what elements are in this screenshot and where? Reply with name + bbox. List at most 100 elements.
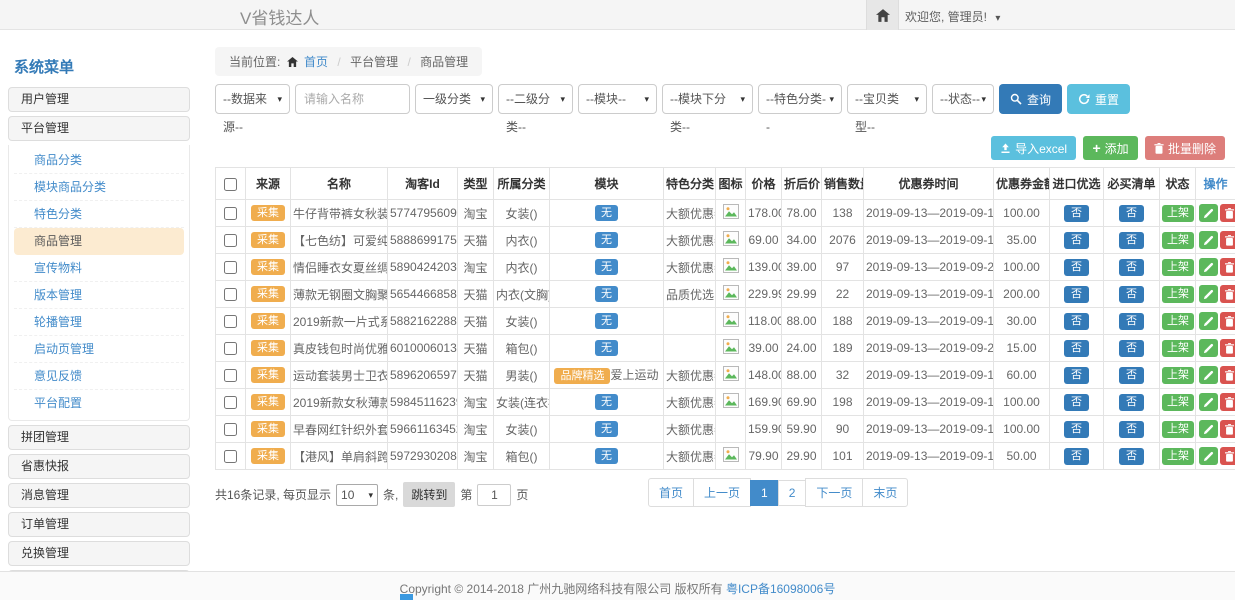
row-checkbox[interactable]	[224, 261, 237, 274]
breadcrumb-home-link[interactable]: 首页	[304, 55, 328, 69]
must-buy-toggle[interactable]: 否	[1119, 394, 1144, 411]
sidebar-subitem[interactable]: 版本管理	[14, 282, 184, 309]
page-button[interactable]: 首页	[648, 478, 694, 507]
batch-delete-button[interactable]: 批量删除	[1145, 136, 1225, 160]
home-button[interactable]	[866, 0, 899, 30]
filter-select[interactable]: --模块下分类--▾	[662, 84, 753, 114]
import-select-toggle[interactable]: 否	[1064, 232, 1089, 249]
import-select-toggle[interactable]: 否	[1064, 340, 1089, 357]
jump-button[interactable]: 跳转到	[403, 482, 455, 507]
must-buy-toggle[interactable]: 否	[1119, 286, 1144, 303]
status-toggle[interactable]: 上架	[1162, 232, 1194, 249]
edit-button[interactable]	[1199, 339, 1218, 357]
edit-button[interactable]	[1199, 285, 1218, 303]
add-button[interactable]: + 添加	[1083, 136, 1137, 160]
status-toggle[interactable]: 上架	[1162, 394, 1194, 411]
row-checkbox[interactable]	[224, 207, 237, 220]
must-buy-toggle[interactable]: 否	[1119, 367, 1144, 384]
sidebar-group[interactable]: 平台管理	[8, 116, 190, 141]
import-select-toggle[interactable]: 否	[1064, 367, 1089, 384]
delete-button[interactable]	[1220, 366, 1235, 384]
sidebar-subitem[interactable]: 商品分类	[14, 147, 184, 174]
sidebar-subitem[interactable]: 特色分类	[14, 201, 184, 228]
delete-button[interactable]	[1220, 339, 1235, 357]
import-select-toggle[interactable]: 否	[1064, 313, 1089, 330]
status-toggle[interactable]: 上架	[1162, 286, 1194, 303]
sidebar-group[interactable]: 用户管理	[8, 87, 190, 112]
must-buy-toggle[interactable]: 否	[1119, 421, 1144, 438]
must-buy-toggle[interactable]: 否	[1119, 340, 1144, 357]
sidebar-group[interactable]: 订单管理	[8, 512, 190, 537]
sidebar-group[interactable]: 消息管理	[8, 483, 190, 508]
must-buy-toggle[interactable]: 否	[1119, 259, 1144, 276]
per-page-select[interactable]: 10▾	[336, 484, 378, 506]
sidebar-group[interactable]: 兑换管理	[8, 541, 190, 566]
edit-button[interactable]	[1199, 420, 1218, 438]
delete-button[interactable]	[1220, 285, 1235, 303]
row-checkbox[interactable]	[224, 288, 237, 301]
sidebar-subitem[interactable]: 意见反馈	[14, 363, 184, 390]
delete-button[interactable]	[1220, 258, 1235, 276]
sidebar-group[interactable]: 拼团管理	[8, 425, 190, 450]
status-toggle[interactable]: 上架	[1162, 340, 1194, 357]
delete-button[interactable]	[1220, 231, 1235, 249]
row-checkbox[interactable]	[224, 315, 237, 328]
filter-source-select[interactable]: --数据来源--▾	[215, 84, 290, 114]
filter-select[interactable]: 一级分类▾	[415, 84, 493, 114]
edit-button[interactable]	[1199, 231, 1218, 249]
status-toggle[interactable]: 上架	[1162, 313, 1194, 330]
status-toggle[interactable]: 上架	[1162, 448, 1194, 465]
reset-button[interactable]: 重置	[1067, 84, 1130, 114]
user-menu[interactable]: 欢迎您, 管理员! ▾	[905, 8, 1000, 25]
row-checkbox[interactable]	[224, 423, 237, 436]
edit-button[interactable]	[1199, 447, 1218, 465]
delete-button[interactable]	[1220, 204, 1235, 222]
delete-button[interactable]	[1220, 393, 1235, 411]
filter-select[interactable]: --模块--▾	[578, 84, 657, 114]
status-toggle[interactable]: 上架	[1162, 367, 1194, 384]
page-number-input[interactable]	[477, 484, 511, 506]
import-select-toggle[interactable]: 否	[1064, 286, 1089, 303]
page-button[interactable]: 1	[750, 480, 779, 506]
row-checkbox[interactable]	[224, 342, 237, 355]
edit-button[interactable]	[1199, 204, 1218, 222]
edit-button[interactable]	[1199, 393, 1218, 411]
sidebar-subitem[interactable]: 启动页管理	[14, 336, 184, 363]
row-checkbox[interactable]	[224, 234, 237, 247]
page-button[interactable]: 下一页	[805, 478, 863, 507]
page-button[interactable]: 上一页	[693, 478, 751, 507]
sidebar-subitem[interactable]: 宣传物料	[14, 255, 184, 282]
page-button[interactable]: 2	[778, 480, 807, 506]
row-checkbox[interactable]	[224, 396, 237, 409]
sidebar-subitem[interactable]: 商品管理	[14, 228, 184, 255]
sidebar-subitem[interactable]: 模块商品分类	[14, 174, 184, 201]
edit-button[interactable]	[1199, 366, 1218, 384]
import-select-toggle[interactable]: 否	[1064, 421, 1089, 438]
status-toggle[interactable]: 上架	[1162, 259, 1194, 276]
must-buy-toggle[interactable]: 否	[1119, 232, 1144, 249]
sidebar-subitem[interactable]: 平台配置	[14, 390, 184, 416]
row-checkbox[interactable]	[224, 369, 237, 382]
sidebar-subitem[interactable]: 轮播管理	[14, 309, 184, 336]
delete-button[interactable]	[1220, 447, 1235, 465]
edit-button[interactable]	[1199, 312, 1218, 330]
import-select-toggle[interactable]: 否	[1064, 205, 1089, 222]
must-buy-toggle[interactable]: 否	[1119, 448, 1144, 465]
import-select-toggle[interactable]: 否	[1064, 448, 1089, 465]
import-excel-button[interactable]: 导入excel	[991, 136, 1076, 160]
sidebar-group[interactable]: 省惠快报	[8, 454, 190, 479]
import-select-toggle[interactable]: 否	[1064, 394, 1089, 411]
page-button[interactable]: 末页	[862, 478, 908, 507]
name-search-input[interactable]	[295, 84, 410, 114]
status-toggle[interactable]: 上架	[1162, 205, 1194, 222]
search-button[interactable]: 查询	[999, 84, 1062, 114]
edit-button[interactable]	[1199, 258, 1218, 276]
filter-select[interactable]: --状态--▾	[932, 84, 994, 114]
select-all-checkbox[interactable]	[224, 178, 237, 191]
must-buy-toggle[interactable]: 否	[1119, 313, 1144, 330]
status-toggle[interactable]: 上架	[1162, 421, 1194, 438]
filter-select[interactable]: --二级分类--▾	[498, 84, 573, 114]
filter-select[interactable]: --特色分类--▾	[758, 84, 842, 114]
delete-button[interactable]	[1220, 312, 1235, 330]
delete-button[interactable]	[1220, 420, 1235, 438]
